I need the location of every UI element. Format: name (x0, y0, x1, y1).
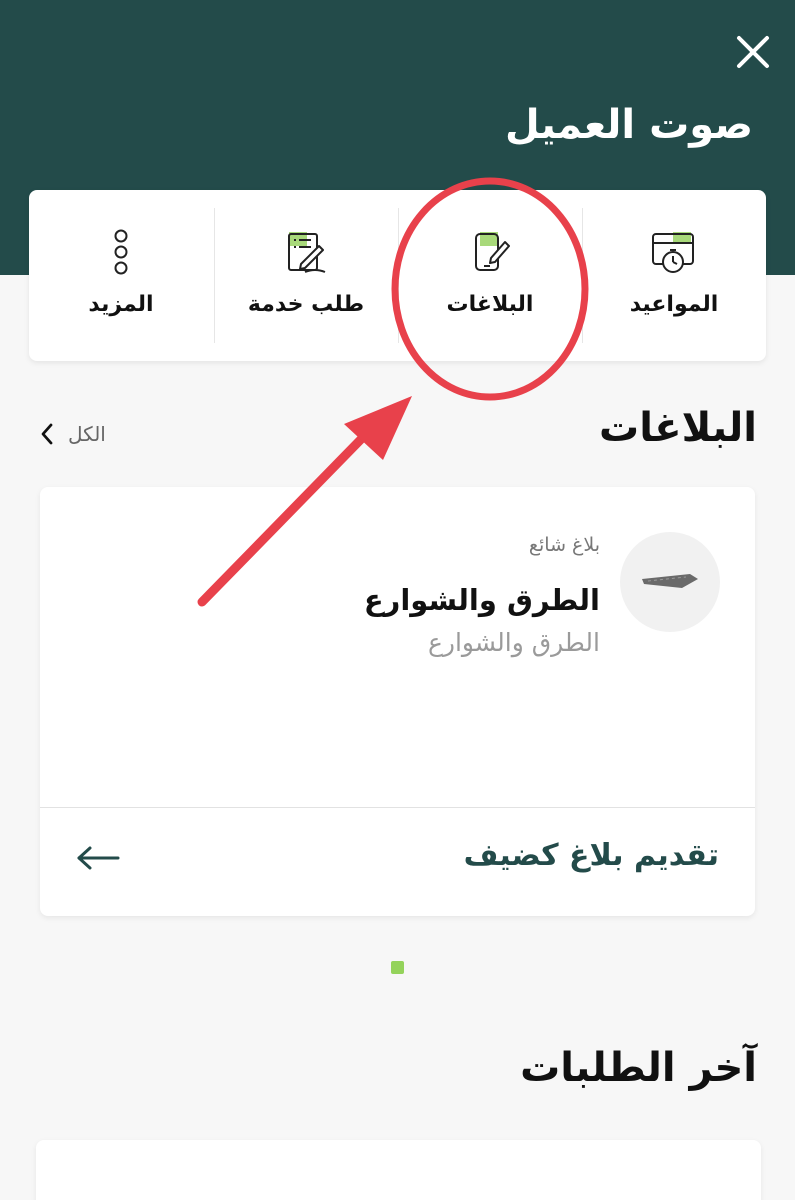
report-thumbnail (620, 532, 720, 632)
see-all-link[interactable]: الكل (40, 418, 106, 450)
report-title: الطرق والشوارع (363, 583, 600, 617)
latest-requests-card[interactable] (36, 1140, 761, 1200)
divider (214, 208, 215, 343)
chevron-left-icon (41, 423, 53, 445)
quick-action-appointments[interactable]: المواعيد (582, 190, 766, 361)
reports-section-title: البلاغات (599, 405, 757, 451)
submit-guest-report-button[interactable]: تقديم بلاغ كضيف (40, 808, 755, 916)
page-title: صوت العميل (504, 102, 753, 148)
submit-guest-report-label: تقديم بلاغ كضيف (463, 838, 719, 873)
document-edit-icon (288, 232, 326, 273)
road-icon (642, 574, 698, 588)
see-all-label: الكل (68, 422, 106, 446)
report-subtitle: الطرق والشوارع (428, 628, 600, 657)
quick-action-label: المواعيد (629, 292, 719, 317)
customer-voice-screen: صوت العميل المواعيد البلاغات طلب خدمة ال… (0, 0, 795, 1200)
calendar-clock-icon (652, 232, 694, 273)
annotation-arrow-head (344, 396, 412, 460)
more-vertical-icon (114, 229, 128, 275)
phone-edit-icon (475, 232, 510, 271)
latest-requests-title: آخر الطلبات (520, 1045, 757, 1091)
close-icon[interactable] (734, 33, 772, 71)
quick-action-reports[interactable]: البلاغات (398, 190, 582, 361)
quick-actions-card: المواعيد البلاغات طلب خدمة المزيد (29, 190, 766, 361)
report-badge: بلاغ شائع (528, 534, 600, 556)
quick-action-label: طلب خدمة (247, 292, 365, 317)
report-card[interactable]: بلاغ شائع الطرق والشوارع الطرق والشوارع … (40, 487, 755, 916)
quick-action-label: البلاغات (446, 292, 534, 317)
arrow-left-icon (77, 846, 120, 870)
divider (398, 208, 399, 343)
quick-action-label: المزيد (88, 292, 154, 317)
quick-action-service-request[interactable]: طلب خدمة (214, 190, 398, 361)
divider (582, 208, 583, 343)
carousel-indicator[interactable] (391, 961, 404, 974)
quick-action-more[interactable]: المزيد (29, 190, 213, 361)
